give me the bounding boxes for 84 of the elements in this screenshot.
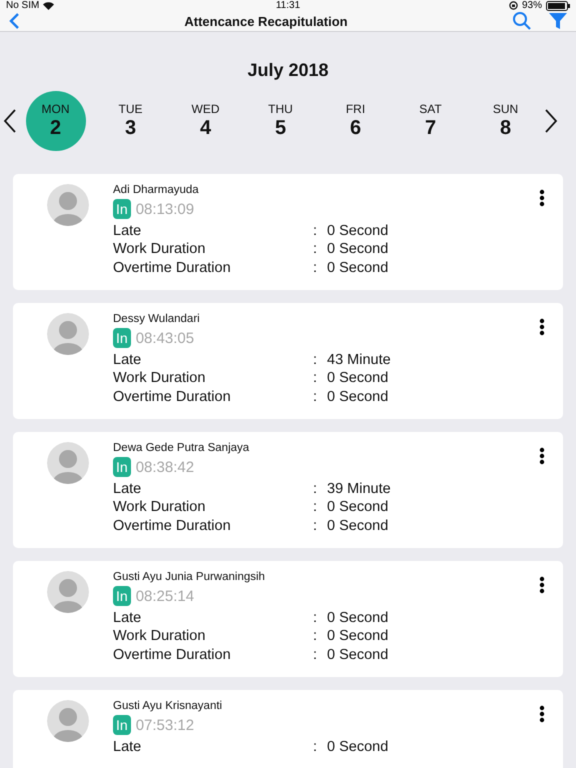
avatar-icon — [47, 442, 89, 484]
check-in-time: 08:38:42 — [136, 458, 194, 476]
filter-button[interactable] — [548, 11, 568, 31]
colon-separator: : — [313, 258, 318, 277]
employee-name: Dewa Gede Putra Sanjaya — [113, 441, 250, 456]
detail-value: 0 Second — [327, 369, 390, 388]
detail-label: Work Duration — [113, 498, 206, 517]
avatar-icon — [47, 571, 89, 613]
back-button[interactable] — [8, 12, 20, 30]
detail-label: Late — [113, 480, 142, 498]
detail-value: 0 Second — [327, 258, 390, 277]
colon-separator: : — [313, 738, 318, 756]
detail-value: 0 Second — [327, 516, 390, 535]
check-in-badge: In — [113, 586, 131, 606]
detail-label: Late — [113, 609, 142, 628]
colon-separator: : — [313, 646, 318, 664]
day-tab[interactable]: TUE 3 — [100, 91, 160, 151]
colon-separator: : — [313, 388, 318, 406]
detail-label: Late — [113, 351, 142, 370]
avatar-icon — [47, 313, 89, 355]
more-button[interactable] — [539, 189, 545, 207]
battery-percentage: 93% — [522, 0, 542, 11]
more-button[interactable] — [539, 576, 545, 594]
day-tab[interactable]: SAT 7 — [400, 91, 460, 151]
more-button[interactable] — [539, 705, 545, 723]
detail-value: 0 Second — [327, 738, 390, 756]
detail-label: Overtime Duration — [113, 258, 232, 277]
detail-label: Late — [113, 222, 142, 240]
check-in-time: 08:13:09 — [136, 200, 194, 218]
employee-name: Adi Dharmayuda — [113, 183, 200, 198]
colon-separator: : — [313, 369, 318, 388]
detail-value: 0 Second — [327, 240, 390, 259]
clock: 11:31 — [276, 0, 300, 11]
avatar-icon — [47, 700, 89, 742]
colon-separator: : — [313, 498, 318, 517]
detail-value: 43 Minute — [327, 351, 392, 370]
carrier-label: No SIM — [6, 0, 40, 11]
detail-value: 39 Minute — [327, 480, 392, 498]
day-tab[interactable]: WED 4 — [176, 91, 236, 151]
month-title: July 2018 — [247, 60, 329, 80]
wifi-icon — [43, 2, 54, 10]
employee-name: Dessy Wulandari — [113, 312, 201, 327]
next-week-button[interactable] — [543, 108, 559, 134]
colon-separator: : — [313, 480, 318, 498]
employee-name: Gusti Ayu Krisnayanti — [113, 699, 224, 714]
check-in-badge: In — [113, 328, 131, 348]
detail-value: 0 Second — [327, 627, 390, 646]
detail-label: Work Duration — [113, 369, 206, 388]
colon-separator: : — [313, 240, 318, 259]
check-in-badge: In — [113, 199, 131, 219]
detail-value: 0 Second — [327, 646, 390, 664]
detail-value: 0 Second — [327, 222, 390, 240]
avatar-icon — [47, 184, 89, 226]
more-button[interactable] — [539, 318, 545, 336]
detail-label: Overtime Duration — [113, 388, 232, 406]
more-button[interactable] — [539, 447, 545, 465]
screen-title: Attencance Recapitulation — [184, 14, 348, 28]
battery-icon — [546, 0, 570, 10]
check-in-badge: In — [113, 715, 131, 735]
detail-label: Work Duration — [113, 240, 206, 259]
detail-value: 0 Second — [327, 388, 390, 406]
check-in-time: 08:25:14 — [136, 588, 194, 604]
search-button[interactable] — [512, 11, 532, 31]
detail-label: Late — [113, 738, 142, 756]
detail-label: Work Duration — [113, 627, 206, 646]
colon-separator: : — [313, 627, 318, 646]
day-tab[interactable]: THU 5 — [250, 91, 310, 151]
detail-label: Overtime Duration — [113, 516, 232, 535]
previous-week-button[interactable] — [2, 108, 18, 134]
colon-separator: : — [313, 351, 318, 370]
lock-rotation-icon — [508, 1, 518, 10]
colon-separator: : — [313, 609, 318, 628]
check-in-time: 08:43:05 — [136, 330, 194, 346]
colon-separator: : — [313, 516, 318, 535]
employee-name: Gusti Ayu Junia Purwaningsih — [113, 570, 266, 585]
day-tab[interactable]: SUN 8 — [476, 91, 536, 151]
day-tab[interactable]: MON 2 — [26, 91, 86, 151]
check-in-badge: In — [113, 457, 131, 477]
check-in-time: 07:53:12 — [136, 716, 194, 734]
day-tab[interactable]: FRI 6 — [326, 91, 386, 151]
detail-value: 0 Second — [327, 498, 390, 517]
detail-value: 0 Second — [327, 609, 390, 628]
detail-label: Overtime Duration — [113, 646, 232, 664]
colon-separator: : — [313, 222, 318, 240]
